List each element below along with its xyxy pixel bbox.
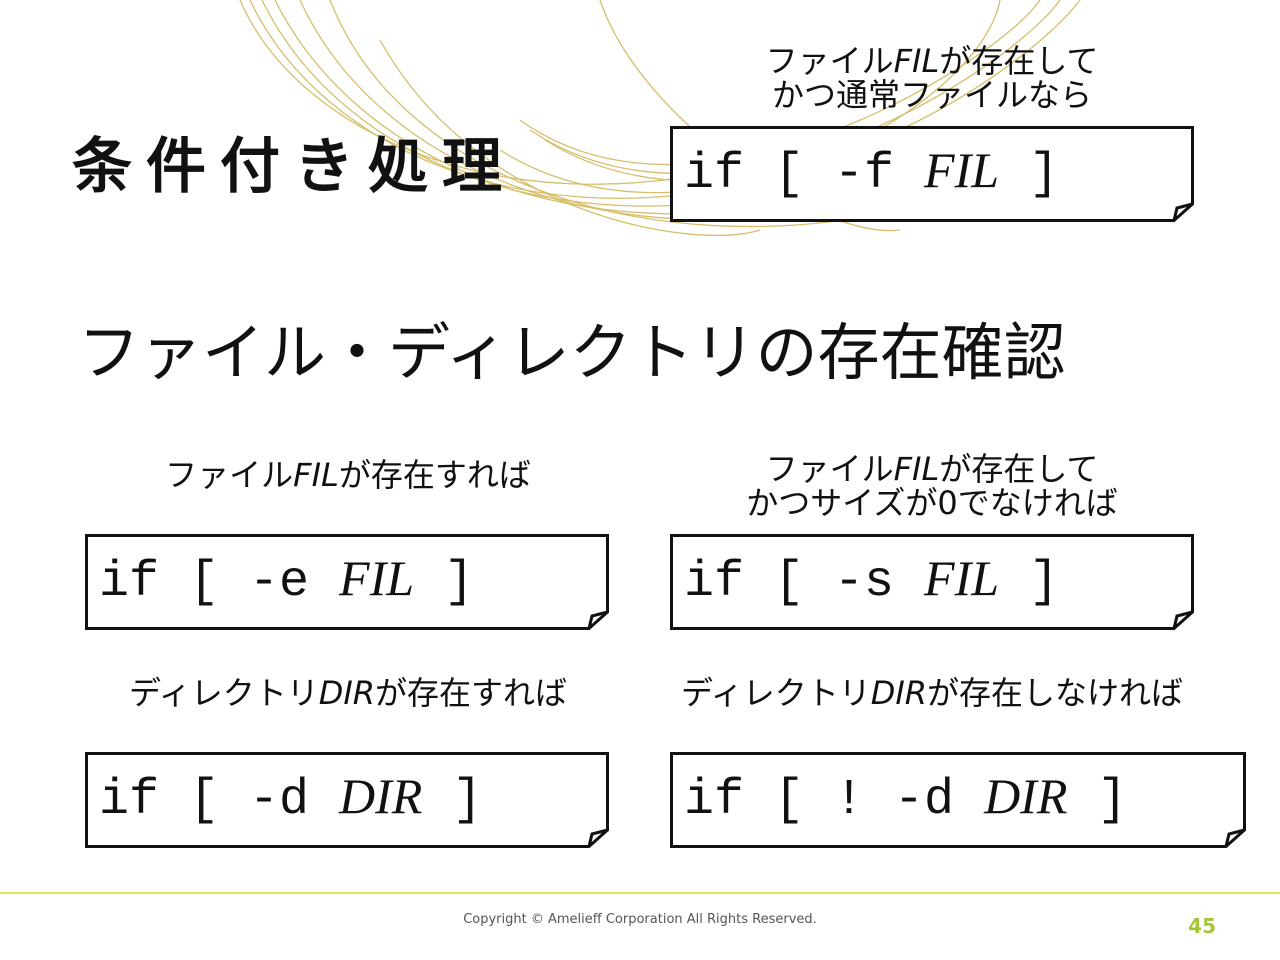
- section-heading: ファイル・ディレクトリの存在確認: [78, 316, 1066, 389]
- caption-dir-exists: ディレクトリDIRが存在すれば: [86, 676, 610, 710]
- code-text: if [ ! -d DIR ]: [684, 766, 1127, 831]
- caption-text: が存在すれば: [338, 456, 531, 494]
- slide-title: 条件付き処理: [72, 132, 516, 202]
- code-text: if [ -f FIL ]: [684, 140, 1059, 205]
- code-suffix: ]: [1067, 772, 1128, 829]
- caption-text: が存在しなければ: [927, 674, 1184, 712]
- caption-file-nonempty: ファイルFILが存在して かつサイズが0でなければ: [670, 452, 1194, 520]
- caption-var: FIL: [893, 450, 940, 488]
- caption-text: が存在して: [939, 42, 1099, 80]
- code-argument: DIR: [339, 768, 423, 824]
- caption-text: ファイル: [765, 42, 894, 80]
- code-text: if [ -e FIL ]: [99, 548, 474, 613]
- code-argument: DIR: [984, 768, 1068, 824]
- caption-file-exists: ファイルFILが存在すれば: [86, 458, 610, 492]
- code-card-file-exists: if [ -e FIL ]: [85, 534, 609, 630]
- code-card-regular-file: if [ -f FIL ]: [670, 126, 1194, 222]
- footer-divider: [0, 892, 1280, 894]
- caption-text: が存在して: [939, 450, 1099, 488]
- page-number: 45: [1188, 914, 1216, 938]
- caption-var: FIL: [893, 42, 940, 80]
- code-argument: FIL: [924, 550, 1000, 606]
- code-suffix: ]: [999, 146, 1060, 203]
- code-text: if [ -d DIR ]: [99, 766, 482, 831]
- code-card-dir-not-exists: if [ ! -d DIR ]: [670, 752, 1246, 848]
- code-suffix: ]: [999, 554, 1060, 611]
- code-suffix: ]: [422, 772, 483, 829]
- copyright-notice: Copyright © Amelieff Corporation All Rig…: [463, 912, 817, 927]
- caption-var: DIR: [318, 674, 376, 712]
- code-prefix: if [ -f: [684, 146, 925, 203]
- caption-text: ファイル: [765, 450, 894, 488]
- caption-var: DIR: [870, 674, 928, 712]
- caption-text: が存在すれば: [375, 674, 568, 712]
- caption-text: ディレクトリ: [128, 674, 319, 712]
- caption-dir-not-exists: ディレクトリDIRが存在しなければ: [670, 676, 1194, 710]
- caption-text: ディレクトリ: [680, 674, 871, 712]
- code-text: if [ -s FIL ]: [684, 548, 1059, 613]
- code-prefix: if [ -d: [99, 772, 340, 829]
- code-prefix: if [ -s: [684, 554, 925, 611]
- code-argument: FIL: [339, 550, 415, 606]
- code-card-dir-exists: if [ -d DIR ]: [85, 752, 609, 848]
- caption-regular-file: ファイルFILが存在して かつ通常ファイルなら: [692, 44, 1172, 112]
- caption-line2: かつサイズが0でなければ: [746, 484, 1118, 522]
- code-prefix: if [ ! -d: [684, 772, 985, 829]
- caption-line2: かつ通常ファイルなら: [771, 76, 1092, 114]
- code-prefix: if [ -e: [99, 554, 340, 611]
- code-card-file-nonempty: if [ -s FIL ]: [670, 534, 1194, 630]
- caption-var: FIL: [293, 456, 339, 494]
- code-argument: FIL: [924, 142, 1000, 198]
- caption-text: ファイル: [165, 456, 294, 494]
- code-suffix: ]: [414, 554, 475, 611]
